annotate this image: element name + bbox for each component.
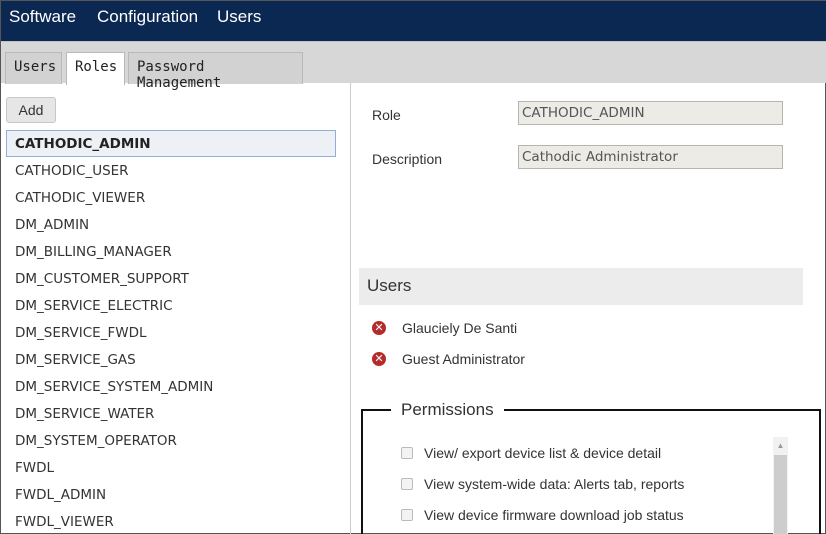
permission-checkbox[interactable]: [401, 447, 413, 459]
role-list-item[interactable]: FWDL_ADMIN: [6, 481, 336, 508]
user-row: ✕ Guest Administrator: [372, 348, 525, 370]
users-section-header: Users: [359, 268, 803, 305]
role-list-item[interactable]: CATHODIC_USER: [6, 157, 336, 184]
permissions-fieldset: Permissions View/ export device list & d…: [361, 400, 821, 534]
tab-roles[interactable]: Roles: [66, 52, 125, 85]
role-list-item[interactable]: DM_SERVICE_WATER: [6, 400, 336, 427]
remove-circle-icon[interactable]: ✕: [372, 352, 386, 366]
role-list-item[interactable]: DM_SERVICE_ELECTRIC: [6, 292, 336, 319]
role-list-item[interactable]: DM_SERVICE_FWDL: [6, 319, 336, 346]
permission-label: View device firmware download job status: [424, 507, 684, 523]
permission-label: View/ export device list & device detail: [424, 445, 662, 461]
role-list-item[interactable]: DM_SERVICE_GAS: [6, 346, 336, 373]
user-row: ✕ Glauciely De Santi: [372, 317, 517, 339]
role-list-item[interactable]: CATHODIC_VIEWER: [6, 184, 336, 211]
user-name: Guest Administrator: [402, 351, 525, 367]
nav-item-software[interactable]: Software: [9, 7, 76, 27]
permission-row: View system-wide data: Alerts tab, repor…: [401, 476, 684, 492]
tab-bar: Users Roles Password Management: [1, 41, 826, 91]
role-detail-panel: Role Description Users ✕ Glauciely De Sa…: [352, 83, 826, 534]
role-list-item[interactable]: FWDL: [6, 454, 336, 481]
add-role-button[interactable]: Add: [6, 97, 56, 123]
role-list-panel: Add CATHODIC_ADMIN CATHODIC_USER CATHODIC_…: [1, 83, 351, 534]
description-label: Description: [372, 151, 443, 167]
role-list-item[interactable]: FWDL_VIEWER: [6, 508, 336, 534]
permissions-legend: Permissions: [391, 400, 504, 420]
nav-item-configuration[interactable]: Configuration: [97, 7, 198, 27]
role-list-item[interactable]: CATHODIC_ADMIN: [6, 130, 336, 157]
top-nav-bar: Software Configuration Users: [1, 1, 826, 41]
permission-row: View/ export device list & device detail: [401, 445, 661, 461]
permission-label: View system-wide data: Alerts tab, repor…: [424, 476, 685, 492]
description-field[interactable]: [518, 145, 783, 169]
role-list-item[interactable]: DM_SYSTEM_OPERATOR: [6, 427, 336, 454]
role-list-item[interactable]: DM_CUSTOMER_SUPPORT: [6, 265, 336, 292]
role-list: CATHODIC_ADMIN CATHODIC_USER CATHODIC_VIEW…: [6, 130, 336, 534]
role-list-item[interactable]: DM_ADMIN: [6, 211, 336, 238]
role-name-field[interactable]: [518, 101, 783, 125]
remove-circle-icon[interactable]: ✕: [372, 321, 386, 335]
permissions-scrollbar[interactable]: ▲: [773, 437, 788, 534]
permission-checkbox[interactable]: [401, 478, 413, 490]
role-list-item[interactable]: DM_BILLING_MANAGER: [6, 238, 336, 265]
scroll-up-arrow-icon[interactable]: ▲: [773, 437, 788, 454]
nav-item-users[interactable]: Users: [217, 7, 261, 27]
tab-password-management[interactable]: Password Management: [128, 52, 303, 91]
role-list-item[interactable]: DM_SERVICE_SYSTEM_ADMIN: [6, 373, 336, 400]
permission-checkbox[interactable]: [401, 509, 413, 521]
tab-users[interactable]: Users: [5, 52, 62, 84]
scrollbar-thumb[interactable]: [774, 455, 787, 534]
user-name: Glauciely De Santi: [402, 320, 518, 336]
permission-row: View device firmware download job status: [401, 507, 684, 523]
role-label: Role: [372, 107, 401, 123]
